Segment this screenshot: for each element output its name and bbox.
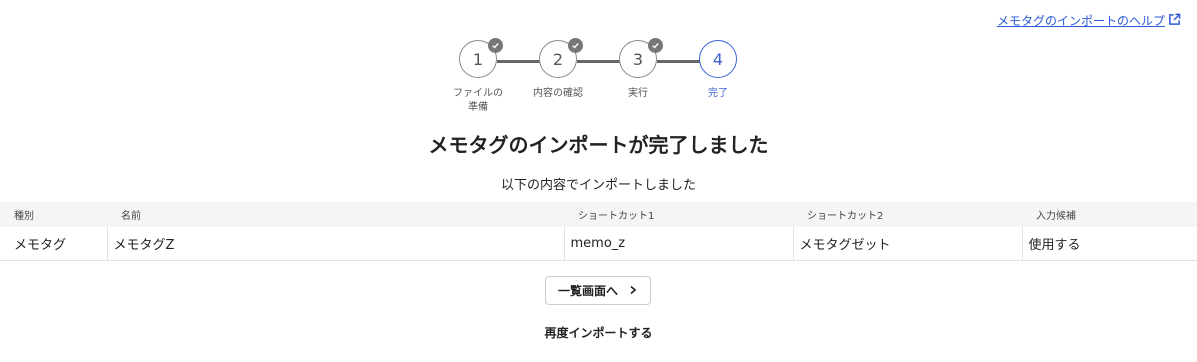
step-label: 実行: [628, 88, 648, 99]
step-label: ファイルの準備: [453, 88, 503, 113]
step-label: 完了: [708, 88, 728, 99]
step-label: 内容の確認: [533, 88, 583, 99]
step-circle: 3: [619, 38, 663, 78]
step-circle: 2: [539, 38, 583, 78]
step-number: 4: [712, 49, 724, 69]
cell-type: メモタグ: [0, 227, 108, 261]
column-header-shortcut1: ショートカット1: [564, 202, 793, 227]
cell-suggestion: 使用する: [1022, 227, 1197, 261]
help-link[interactable]: メモタグのインポートのヘルプ: [997, 12, 1181, 29]
cell-shortcut1: memo_z: [564, 227, 794, 261]
step-4: 4 完了: [678, 40, 758, 101]
table-row: メモタグ メモタグZ memo_z メモタグゼット 使用する: [0, 227, 1197, 261]
step-number: 1: [472, 49, 484, 69]
chevron-right-icon: [628, 284, 638, 298]
column-header-name: 名前: [107, 202, 564, 227]
check-icon: [488, 38, 503, 53]
progress-stepper: 1 ファイルの準備 2 内容の確認 3 実行 4 完了: [0, 38, 1197, 120]
help-link-label: メモタグのインポートのヘルプ: [996, 14, 1165, 28]
page-subtitle: 以下の内容でインポートしました: [500, 178, 696, 193]
step-number: 3: [632, 49, 644, 69]
check-icon: [648, 38, 663, 53]
step-3: 3 実行: [598, 38, 678, 101]
page-title: メモタグのインポートが完了しました: [428, 133, 769, 157]
go-to-list-label: 一覧画面へ: [557, 284, 618, 298]
column-header-suggestion: 入力候補: [1022, 202, 1197, 227]
go-to-list-button[interactable]: 一覧画面へ: [545, 276, 651, 305]
step-number: 2: [552, 49, 564, 69]
import-result-table: 種別 名前 ショートカット1 ショートカット2 入力候補 メモタグ メモタグZ …: [0, 202, 1197, 261]
step-circle-active: 4: [699, 40, 737, 78]
cell-name: メモタグZ: [107, 227, 565, 261]
step-2: 2 内容の確認: [518, 38, 598, 101]
column-header-type: 種別: [0, 202, 107, 227]
step-circle: 1: [459, 38, 503, 78]
step-1: 1 ファイルの準備: [438, 38, 518, 115]
reimport-link[interactable]: 再度インポートする: [0, 324, 1197, 341]
column-header-shortcut2: ショートカット2: [793, 202, 1022, 227]
cell-shortcut2: メモタグゼット: [793, 227, 1023, 261]
check-icon: [568, 38, 583, 53]
external-link-icon: [1168, 13, 1181, 29]
table-header-row: 種別 名前 ショートカット1 ショートカット2 入力候補: [0, 202, 1197, 227]
